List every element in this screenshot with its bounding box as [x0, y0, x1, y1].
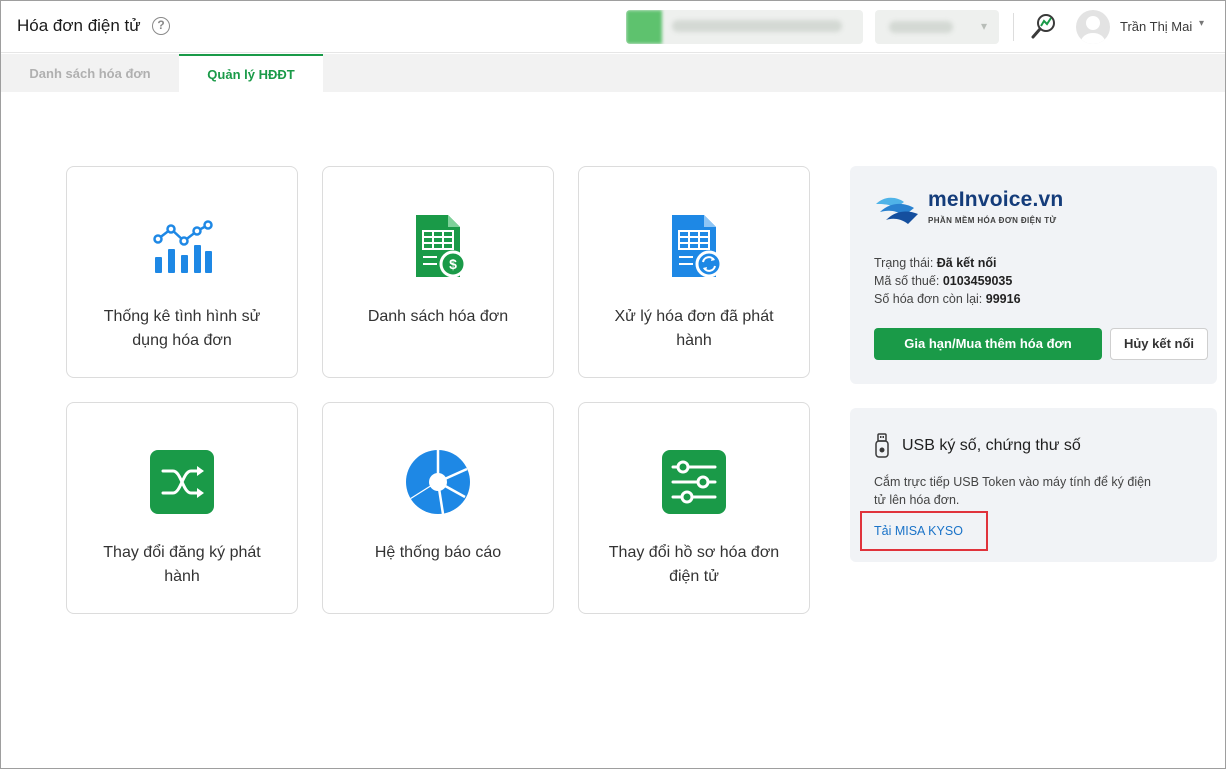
- year-value-blurred: [889, 21, 953, 33]
- svg-text:$: $: [449, 256, 457, 272]
- pie-report-icon: [406, 450, 470, 515]
- card-change-issuance-registration[interactable]: Thay đổi đăng ký phát hành: [66, 402, 298, 614]
- tax-code-label: Mã số thuế:: [874, 274, 940, 288]
- tax-code-value: 0103459035: [942, 274, 1013, 288]
- status-value: Đã kết nối: [936, 256, 997, 270]
- stats-chart-icon: [153, 220, 213, 273]
- search-chart-icon[interactable]: [1029, 11, 1059, 41]
- usb-panel-title: USB ký số, chứng thư số: [902, 437, 1081, 454]
- card-report-system[interactable]: Hệ thống báo cáo: [322, 402, 554, 614]
- chevron-down-icon: ▾: [980, 19, 987, 33]
- meinvoice-panel: meInvoice.vn PHẦN MỀM HÓA ĐƠN ĐIỆN TỬ Tr…: [850, 166, 1217, 384]
- usb-token-panel: USB ký số, chứng thư số Cắm trực tiếp US…: [850, 408, 1217, 562]
- remaining-invoices-label: Số hóa đơn còn lại:: [874, 292, 983, 306]
- tab-bar: Danh sách hóa đơn Quản lý HĐĐT: [1, 54, 1225, 92]
- app-title: Hóa đơn điện tử: [17, 16, 141, 35]
- renew-buy-invoices-button[interactable]: Gia hạn/Mua thêm hóa đơn: [874, 328, 1102, 360]
- download-misa-kyso-link[interactable]: Tải MISA KYSO: [874, 524, 963, 538]
- help-icon[interactable]: ?: [152, 17, 170, 35]
- tax-code-line: Mã số thuế: 0103459035: [874, 274, 1012, 288]
- top-header: Hóa đơn điện tử ? ▾ Trần Thị Mai ▾: [1, 1, 1225, 53]
- app-window: Hóa đơn điện tử ? ▾ Trần Thị Mai ▾ Danh …: [0, 0, 1226, 769]
- remaining-invoices-value: 99916: [985, 292, 1021, 306]
- meinvoice-tagline: PHẦN MỀM HÓA ĐƠN ĐIỆN TỬ: [928, 216, 1057, 225]
- card-usage-statistics[interactable]: Thống kê tình hình sử dụng hóa đơn: [66, 166, 298, 378]
- process-invoice-icon: [672, 215, 723, 278]
- card-invoice-list[interactable]: $ Danh sách hóa đơn: [322, 166, 554, 378]
- card-label: Thay đổi hồ sơ hóa đơn điện tử: [608, 544, 780, 585]
- settings-sliders-icon: [662, 450, 726, 514]
- invoice-list-icon: $: [416, 215, 467, 278]
- card-label: Hệ thống báo cáo: [374, 544, 502, 561]
- shuffle-icon: [150, 450, 214, 514]
- highlight-box: Tải MISA KYSO: [860, 511, 988, 551]
- status-line: Trạng thái: Đã kết nối: [874, 256, 997, 270]
- meinvoice-brand-name: meInvoice.vn: [928, 188, 1064, 211]
- card-label: Xử lý hóa đơn đã phát hành: [614, 308, 774, 349]
- card-label: Danh sách hóa đơn: [367, 308, 509, 325]
- organization-avatar: [626, 10, 662, 44]
- chevron-down-icon[interactable]: ▾: [1199, 18, 1204, 29]
- year-select[interactable]: ▾: [875, 10, 999, 44]
- usb-panel-description: Cắm trực tiếp USB Token vào máy tính để …: [874, 475, 1152, 507]
- usb-token-icon: [875, 433, 889, 458]
- meinvoice-logo-icon: [876, 197, 918, 224]
- remaining-invoices-line: Số hóa đơn còn lại: 99916: [874, 292, 1021, 306]
- header-divider: [1013, 13, 1014, 41]
- card-change-einvoice-profile[interactable]: Thay đổi hồ sơ hóa đơn điện tử: [578, 402, 810, 614]
- disconnect-button[interactable]: Hủy kết nối: [1110, 328, 1208, 360]
- organization-select[interactable]: [626, 10, 863, 44]
- avatar[interactable]: [1076, 10, 1110, 44]
- tab-invoice-list[interactable]: Danh sách hóa đơn: [1, 54, 179, 92]
- card-process-issued-invoice[interactable]: Xử lý hóa đơn đã phát hành: [578, 166, 810, 378]
- card-label: Thống kê tình hình sử dụng hóa đơn: [103, 308, 261, 349]
- card-label: Thay đổi đăng ký phát hành: [103, 544, 261, 585]
- organization-name-blurred: [672, 20, 842, 32]
- user-name[interactable]: Trần Thị Mai: [1120, 19, 1192, 34]
- status-label: Trạng thái:: [874, 256, 934, 270]
- tab-einvoice-management[interactable]: Quản lý HĐĐT: [179, 54, 323, 92]
